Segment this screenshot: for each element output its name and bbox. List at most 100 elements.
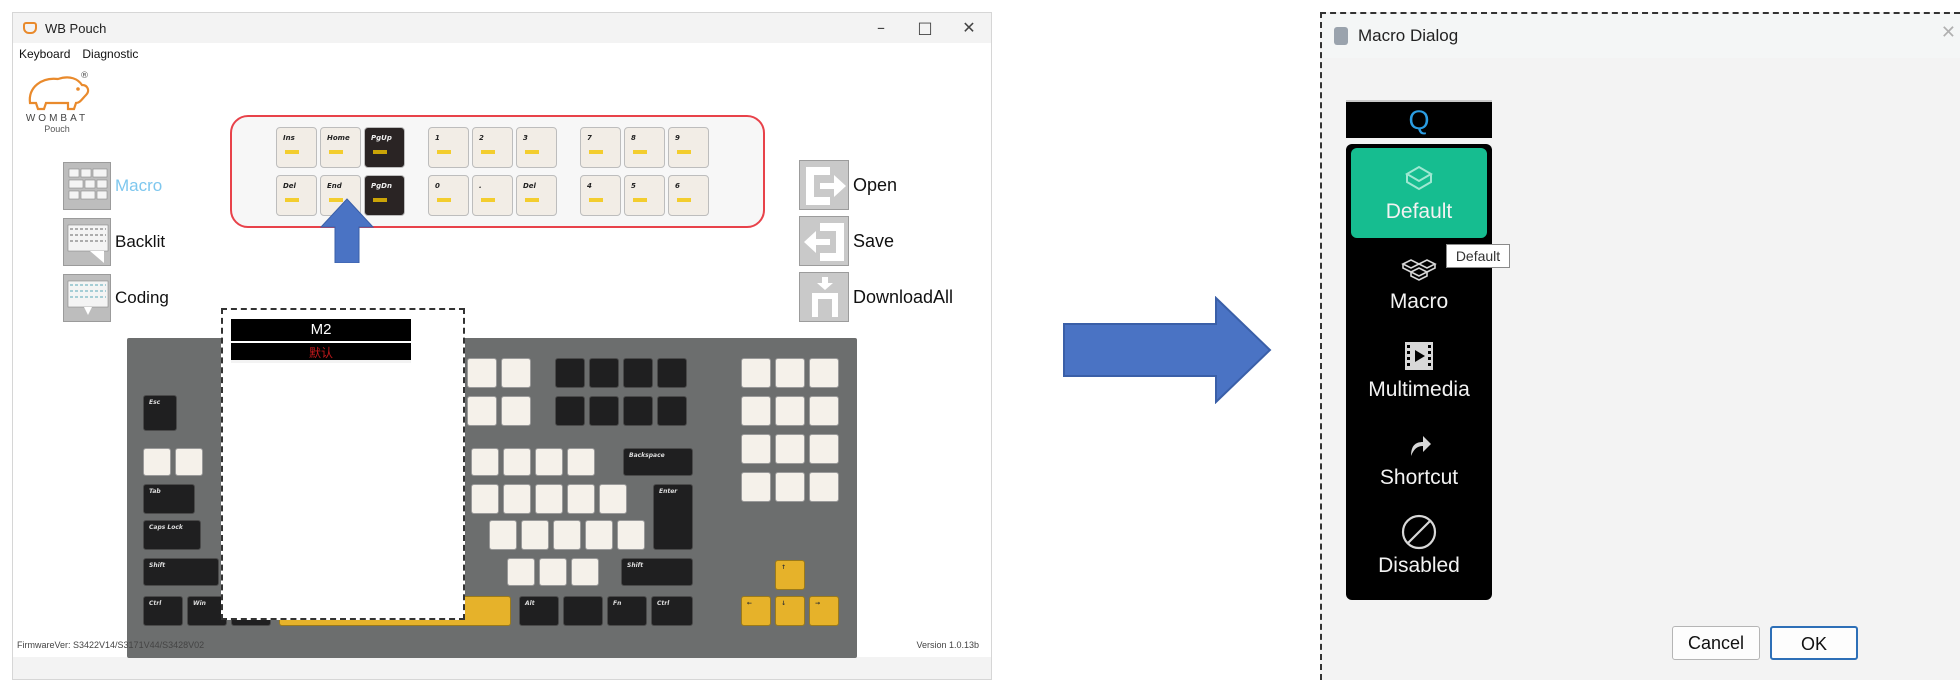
key-alt-right[interactable]: Alt: [519, 596, 559, 626]
sidebar-item-label: Backlit: [115, 232, 166, 251]
key[interactable]: [741, 434, 771, 464]
macro-key[interactable]: 7: [580, 127, 621, 168]
key[interactable]: [741, 472, 771, 502]
key[interactable]: [585, 520, 613, 550]
key[interactable]: [809, 472, 839, 502]
registered-mark: ®: [80, 71, 89, 81]
download-all-button[interactable]: DownloadAll: [799, 271, 953, 323]
key[interactable]: [555, 396, 585, 426]
macro-key[interactable]: Del: [276, 175, 317, 216]
window-title: WB Pouch: [45, 20, 107, 36]
macro-key-panel: Ins Home PgUp 1 2 3 7 8 9 Del End PgDn 0…: [230, 115, 765, 228]
macro-key[interactable]: 1: [428, 127, 469, 168]
menu-keyboard[interactable]: Keyboard: [19, 47, 70, 61]
key[interactable]: [571, 558, 599, 586]
ok-button[interactable]: OK: [1770, 626, 1858, 660]
key[interactable]: [809, 434, 839, 464]
key-menu[interactable]: [563, 596, 603, 626]
key[interactable]: [467, 358, 497, 388]
close-icon[interactable]: ✕: [1941, 22, 1956, 43]
key[interactable]: [521, 520, 549, 550]
key[interactable]: [501, 358, 531, 388]
key-shift-left[interactable]: Shift: [143, 558, 219, 586]
key[interactable]: [657, 358, 687, 388]
key-arrow-left[interactable]: ←: [741, 596, 771, 626]
key[interactable]: [589, 396, 619, 426]
key-backspace[interactable]: Backspace: [623, 448, 693, 476]
key[interactable]: [567, 448, 595, 476]
macro-key[interactable]: 2: [472, 127, 513, 168]
key-esc[interactable]: Esc: [143, 395, 177, 431]
key[interactable]: [555, 358, 585, 388]
key[interactable]: [539, 558, 567, 586]
open-button[interactable]: Open: [799, 159, 897, 211]
macro-key[interactable]: 9: [668, 127, 709, 168]
sidebar-item-backlit[interactable]: Backlit: [63, 217, 165, 267]
macro-key[interactable]: 3: [516, 127, 557, 168]
minimize-icon[interactable]: –: [859, 13, 903, 43]
key[interactable]: [775, 472, 805, 502]
maximize-icon[interactable]: □: [903, 13, 947, 43]
macro-key[interactable]: 5: [624, 175, 665, 216]
key[interactable]: [809, 396, 839, 426]
key-arrow-right[interactable]: →: [809, 596, 839, 626]
close-icon[interactable]: ✕: [947, 13, 991, 43]
key[interactable]: [657, 396, 687, 426]
key-tab[interactable]: Tab: [143, 484, 195, 514]
key[interactable]: [489, 520, 517, 550]
macro-key[interactable]: PgUp: [364, 127, 405, 168]
key[interactable]: [589, 358, 619, 388]
key[interactable]: [775, 358, 805, 388]
key[interactable]: [623, 396, 653, 426]
option-multimedia[interactable]: Multimedia: [1351, 326, 1487, 416]
option-disabled[interactable]: Disabled: [1351, 502, 1487, 592]
key[interactable]: [553, 520, 581, 550]
key[interactable]: [741, 358, 771, 388]
key-ctrl-left[interactable]: Ctrl: [143, 596, 183, 626]
key[interactable]: [741, 396, 771, 426]
macro-key[interactable]: 0: [428, 175, 469, 216]
macro-key[interactable]: Ins: [276, 127, 317, 168]
key[interactable]: [507, 558, 535, 586]
save-label: Save: [853, 230, 895, 251]
key-enter[interactable]: Enter: [653, 484, 693, 550]
macro-key[interactable]: 8: [624, 127, 665, 168]
sidebar-item-macro[interactable]: Macro: [63, 161, 162, 211]
key-shift-right[interactable]: Shift: [621, 558, 693, 586]
wombat-logo: ® WOMBAT Pouch: [17, 69, 97, 145]
sidebar-item-coding[interactable]: Coding: [63, 273, 169, 323]
key[interactable]: [775, 434, 805, 464]
macro-key[interactable]: .: [472, 175, 513, 216]
key[interactable]: [467, 396, 497, 426]
main-area: ® WOMBAT Pouch Macro Backlit Coding Ins …: [13, 65, 991, 658]
key[interactable]: [567, 484, 595, 514]
key-ctrl-right[interactable]: Ctrl: [651, 596, 693, 626]
option-default[interactable]: Default: [1351, 148, 1487, 238]
key[interactable]: [471, 448, 499, 476]
key[interactable]: [503, 448, 531, 476]
key[interactable]: [617, 520, 645, 550]
key[interactable]: [623, 358, 653, 388]
key[interactable]: [471, 484, 499, 514]
cancel-button[interactable]: Cancel: [1672, 626, 1760, 660]
key[interactable]: [535, 448, 563, 476]
key-fn[interactable]: Fn: [607, 596, 647, 626]
key[interactable]: [775, 396, 805, 426]
key[interactable]: [599, 484, 627, 514]
menu-diagnostic[interactable]: Diagnostic: [82, 47, 138, 61]
key[interactable]: [175, 448, 203, 476]
key[interactable]: [535, 484, 563, 514]
key[interactable]: [503, 484, 531, 514]
key[interactable]: [501, 396, 531, 426]
key-arrow-down[interactable]: ↓: [775, 596, 805, 626]
macro-key[interactable]: Del: [516, 175, 557, 216]
option-shortcut[interactable]: Shortcut: [1351, 414, 1487, 504]
key-capslock[interactable]: Caps Lock: [143, 520, 201, 550]
macro-key[interactable]: 6: [668, 175, 709, 216]
save-button[interactable]: Save: [799, 215, 894, 267]
macro-key[interactable]: 4: [580, 175, 621, 216]
key[interactable]: [143, 448, 171, 476]
key-arrow-up[interactable]: ↑: [775, 560, 805, 590]
key[interactable]: [809, 358, 839, 388]
macro-key[interactable]: Home: [320, 127, 361, 168]
